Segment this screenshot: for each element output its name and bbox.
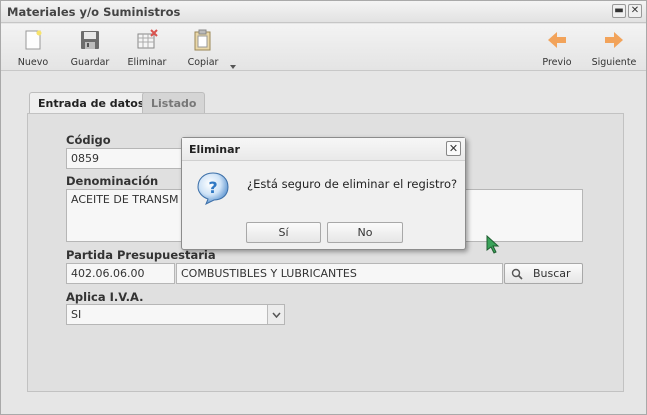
chevron-down-icon <box>272 312 281 318</box>
siguiente-label: Siguiente <box>591 57 637 68</box>
close-window-button[interactable]: ✕ <box>628 4 642 18</box>
no-button[interactable]: No <box>327 222 403 243</box>
partida-label: Partida Presupuestaria <box>66 248 216 262</box>
new-document-icon <box>25 30 42 50</box>
toolbar: Nuevo Guardar Eliminar Copiar Previo Sig… <box>1 24 646 71</box>
question-icon: ? <box>197 172 229 205</box>
copiar-button[interactable]: Copiar <box>180 26 226 70</box>
eliminar-label: Eliminar <box>127 57 167 68</box>
partida-code-input[interactable]: 402.06.06.00 <box>66 263 175 284</box>
copiar-label: Copiar <box>187 57 219 68</box>
guardar-button[interactable]: Guardar <box>67 26 113 70</box>
arrow-right-icon <box>605 32 623 48</box>
denominacion-label: Denominación <box>66 174 159 188</box>
iva-label: Aplica I.V.A. <box>66 290 144 304</box>
dialog-message: ¿Está seguro de eliminar el registro? <box>247 177 458 191</box>
siguiente-button[interactable]: Siguiente <box>591 26 637 70</box>
nuevo-button[interactable]: Nuevo <box>10 26 56 70</box>
mouse-cursor-icon <box>486 235 500 254</box>
nuevo-label: Nuevo <box>17 57 49 68</box>
confirm-delete-dialog: Eliminar ✕ ? ¿Está seguro de eliminar el… <box>181 137 466 250</box>
previo-button[interactable]: Previo <box>534 26 580 70</box>
dialog-close-button[interactable]: ✕ <box>446 141 461 156</box>
partida-description-input: COMBUSTIBLES Y LUBRICANTES <box>176 263 503 284</box>
minimize-button[interactable]: ▬ <box>612 4 626 18</box>
dialog-title: Eliminar <box>189 143 240 156</box>
save-icon <box>81 31 99 49</box>
buscar-button[interactable]: Buscar <box>504 263 583 284</box>
question-mark-glyph: ? <box>208 178 217 197</box>
yes-button[interactable]: Sí <box>246 222 321 243</box>
iva-selected-value: SI <box>71 308 82 321</box>
title-bar: Materiales y/o Suministros ▬ ✕ <box>1 1 646 23</box>
guardar-label: Guardar <box>70 57 110 68</box>
eliminar-button[interactable]: Eliminar <box>124 26 170 70</box>
codigo-input[interactable]: 0859 <box>66 148 186 169</box>
arrow-left-icon <box>548 32 566 48</box>
copy-clipboard-icon <box>194 29 211 51</box>
copiar-dropdown-arrow-icon[interactable] <box>230 65 236 69</box>
codigo-label: Código <box>66 133 111 147</box>
tab-entrada-de-datos[interactable]: Entrada de datos <box>29 92 154 114</box>
delete-table-icon <box>137 29 158 49</box>
iva-select[interactable]: SI <box>66 304 285 325</box>
dialog-title-bar: Eliminar ✕ <box>182 138 465 161</box>
previo-label: Previo <box>542 57 572 68</box>
iva-dropdown-button[interactable] <box>267 305 284 324</box>
buscar-label: Buscar <box>533 267 571 280</box>
tab-listado[interactable]: Listado <box>142 92 206 114</box>
window-title: Materiales y/o Suministros <box>7 5 181 19</box>
search-icon <box>511 268 523 280</box>
